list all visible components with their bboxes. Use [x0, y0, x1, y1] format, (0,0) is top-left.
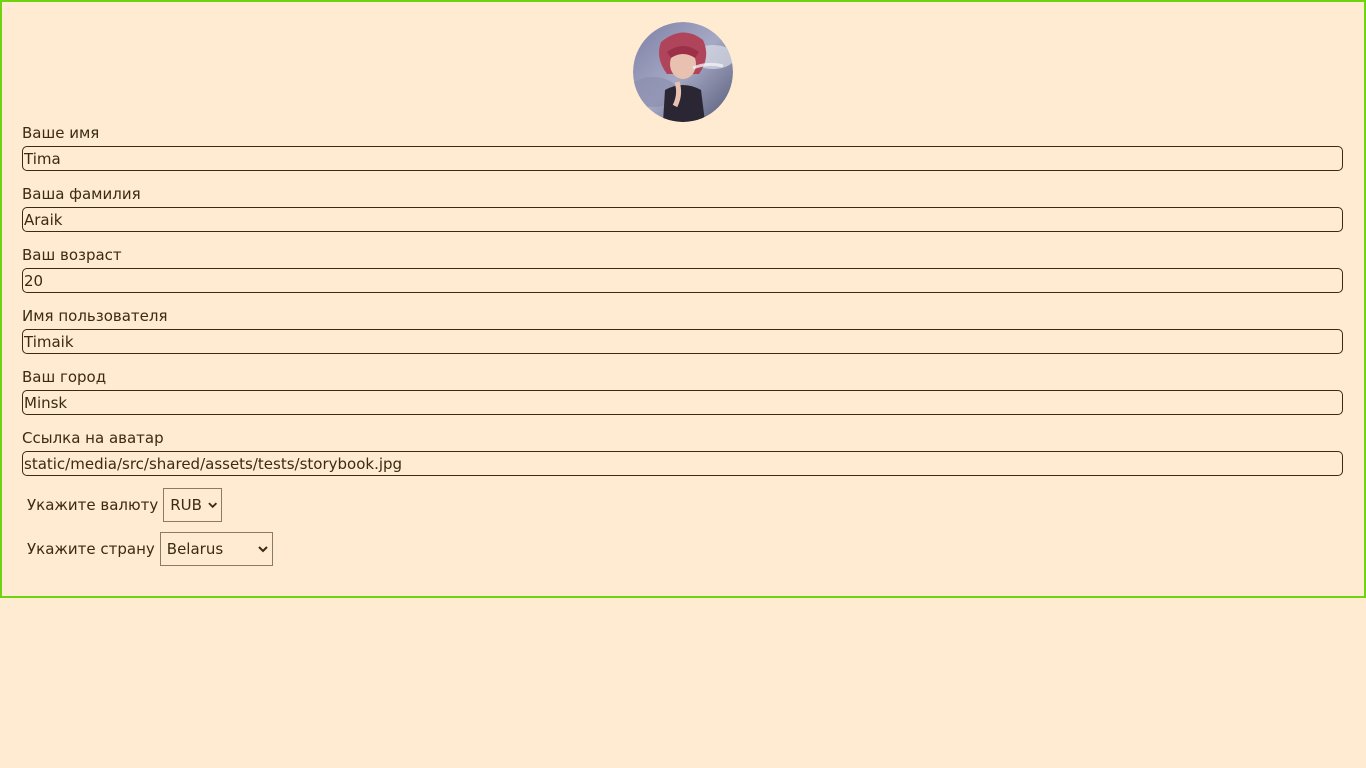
age-label: Ваш возраст	[22, 246, 122, 264]
last-name-input[interactable]	[22, 207, 1343, 232]
avatar-image	[633, 22, 733, 122]
country-value: Belarus	[166, 540, 224, 558]
first-name-input[interactable]	[22, 146, 1343, 171]
avatar-link-input[interactable]	[22, 451, 1343, 476]
avatar	[633, 22, 733, 122]
city-label: Ваш город	[22, 368, 107, 386]
profile-card: Ваше имя Ваша фамилия Ваш возраст Имя по…	[0, 0, 1366, 598]
avatar-link-label: Ссылка на аватар	[22, 429, 164, 447]
country-row: Укажите страну Belarus	[27, 532, 273, 566]
chevron-down-icon	[208, 502, 217, 509]
first-name-label: Ваше имя	[22, 124, 100, 142]
currency-row: Укажите валюту RUB	[27, 488, 223, 522]
username-label: Имя пользователя	[22, 307, 168, 325]
currency-value: RUB	[170, 496, 202, 514]
city-input[interactable]	[22, 390, 1343, 415]
username-input[interactable]	[22, 329, 1343, 354]
age-input[interactable]	[22, 268, 1343, 293]
currency-select[interactable]: RUB	[163, 488, 223, 522]
chevron-down-icon	[258, 546, 268, 553]
country-select[interactable]: Belarus	[159, 532, 273, 566]
last-name-label: Ваша фамилия	[22, 185, 141, 203]
country-label: Укажите страну	[27, 540, 155, 558]
currency-label: Укажите валюту	[27, 496, 159, 514]
